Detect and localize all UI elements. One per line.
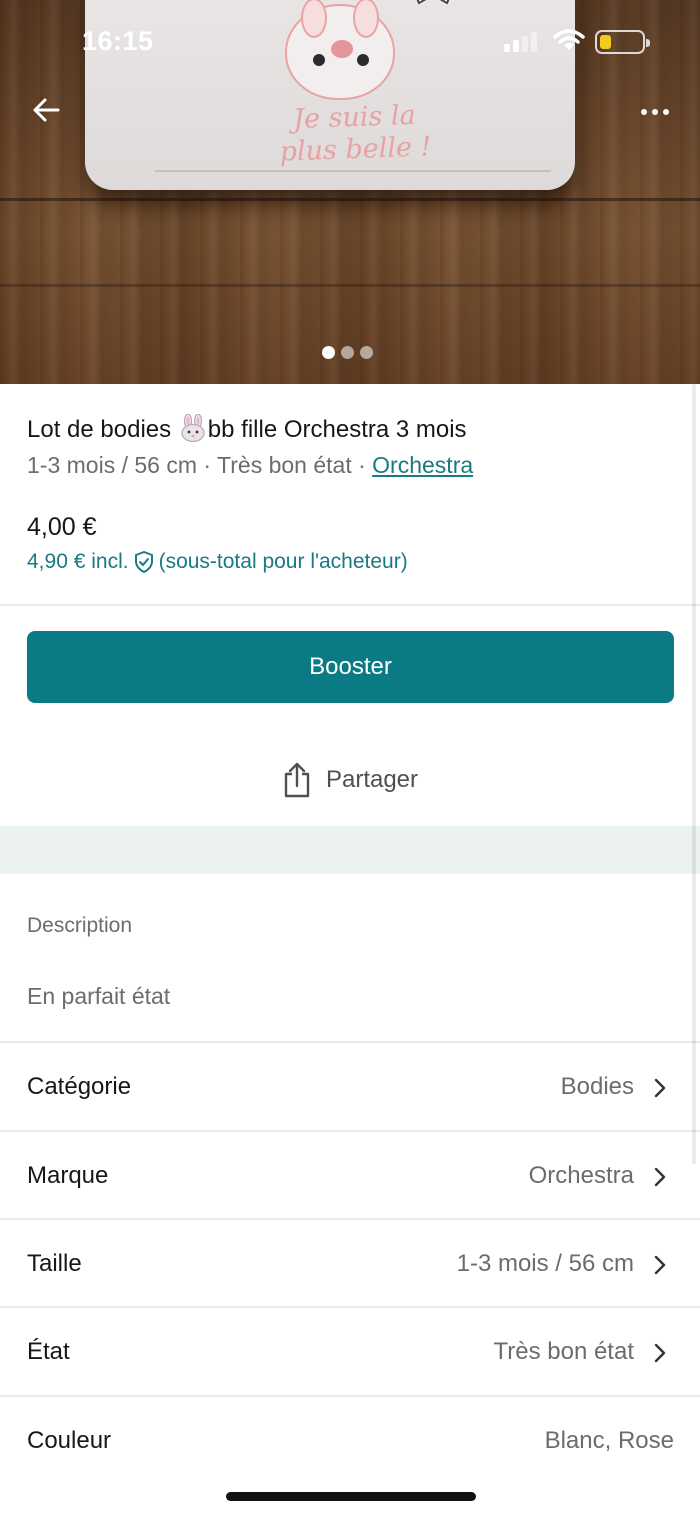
detail-row-brand[interactable]: Marque Orchestra [0,1130,700,1218]
detail-value: Bodies [560,1073,634,1100]
price-incl-value: 4,90 € incl. [27,550,129,573]
floor-seam [0,284,700,287]
status-time: 16:15 [82,26,154,56]
battery-icon [595,30,650,54]
detail-value: Blanc, Rose [544,1427,674,1454]
detail-label: Catégorie [27,1073,132,1100]
share-label: Partager [325,766,419,793]
scrollbar[interactable] [692,384,696,1164]
chevron-right-icon [654,1167,666,1187]
brand-link[interactable]: Orchestra [372,452,473,478]
garment-fold [155,170,551,172]
item-info-section: Lot de bodies bb fille Orchestra 3 mois … [0,384,700,606]
buyer-protection-price[interactable]: 4,90 € incl. (sous-total pour l'acheteur… [27,550,408,574]
shield-check-icon [134,551,153,573]
share-button[interactable]: Partager [0,750,700,810]
item-size: 1-3 mois / 56 cm [27,452,197,478]
status-bar: 16:15 [0,0,700,84]
item-title-text: Lot de bodies [27,416,172,443]
detail-row-condition[interactable]: État Très bon état [0,1306,700,1394]
garment-print-text: Je suis la plus belle ! [279,99,432,168]
gallery-pagination[interactable] [322,346,373,359]
detail-label: Couleur [27,1427,112,1454]
item-price: 4,00 € [27,513,97,541]
gallery-dot[interactable] [341,346,354,359]
floor-seam [0,198,700,201]
chevron-right-icon [654,1255,666,1275]
section-divider [0,826,700,874]
chevron-right-icon [654,1078,666,1098]
booster-button[interactable]: Booster [27,631,674,703]
detail-label: Taille [27,1250,82,1277]
detail-value: 1-3 mois / 56 cm [456,1250,634,1277]
bunny-icon [181,414,205,442]
separator: · [358,452,366,478]
item-condition: Très bon état [217,452,352,478]
item-title-text: bb fille Orchestra 3 mois [207,416,467,443]
gallery-dot-active[interactable] [322,346,335,359]
gallery-dot[interactable] [360,346,373,359]
detail-label: Marque [27,1162,109,1189]
detail-value: Très bon état [493,1338,634,1365]
home-indicator[interactable] [226,1492,476,1501]
more-dots-icon [641,109,647,115]
more-options-button[interactable] [630,92,680,132]
description-text: En parfait état [27,983,171,1009]
item-summary: 1-3 mois / 56 cm · Très bon état · Orche… [27,452,473,479]
cellular-signal-icon [504,32,540,52]
item-title: Lot de bodies bb fille Orchestra 3 mois [27,414,467,444]
wifi-icon [553,29,585,50]
detail-row-color: Couleur Blanc, Rose [0,1395,700,1483]
share-icon [284,762,310,798]
detail-label: État [27,1338,70,1365]
back-button[interactable] [26,88,66,132]
detail-row-size[interactable]: Taille 1-3 mois / 56 cm [0,1218,700,1306]
battery-level [600,35,611,49]
separator: · [203,452,212,478]
price-incl-note: (sous-total pour l'acheteur) [158,550,408,573]
description-label: Description [27,914,133,937]
chevron-right-icon [654,1343,666,1363]
detail-value: Orchestra [528,1162,634,1189]
arrow-left-icon [33,98,60,122]
detail-row-category[interactable]: Catégorie Bodies [0,1041,700,1129]
